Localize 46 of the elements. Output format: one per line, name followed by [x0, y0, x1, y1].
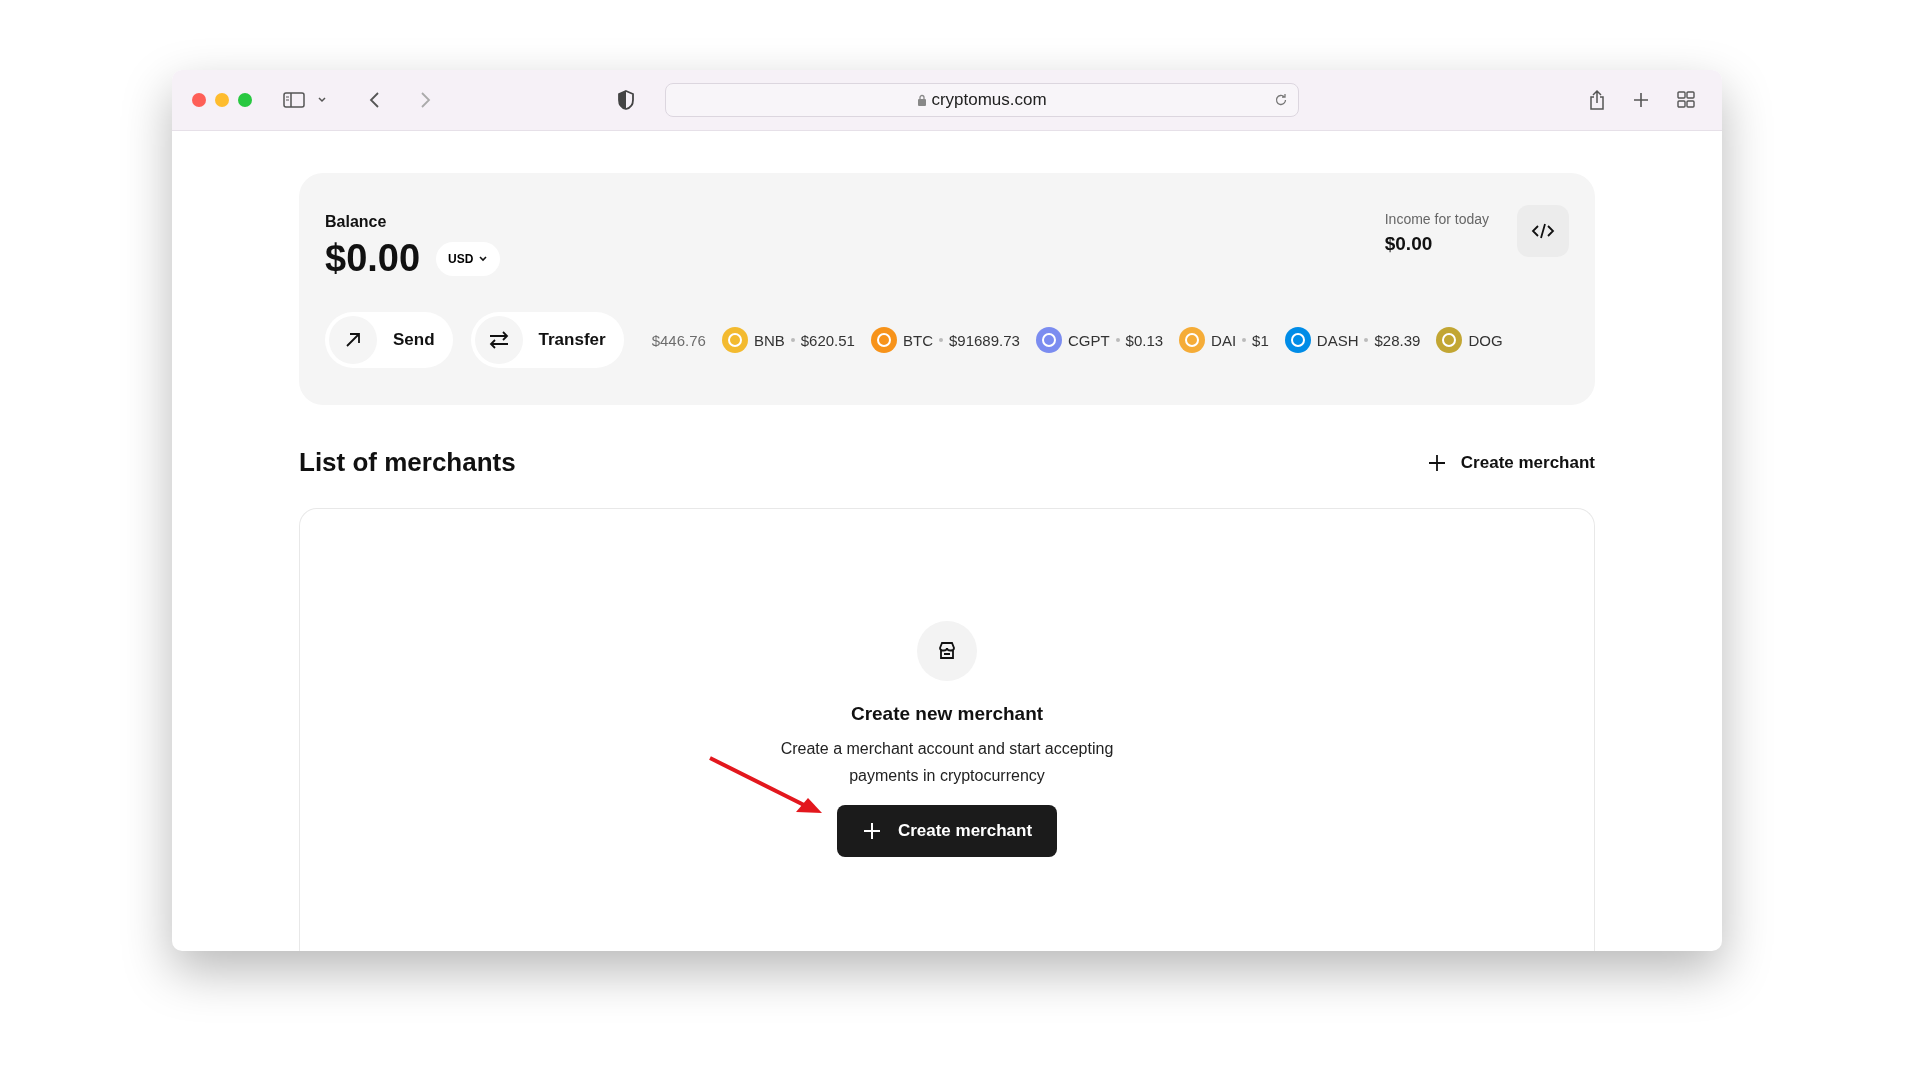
empty-state-title: Create new merchant — [850, 703, 1044, 725]
separator-dot — [1364, 338, 1369, 342]
balance-label: Balance — [325, 213, 388, 231]
tab-overview-icon[interactable] — [1676, 90, 1696, 110]
coin-price: $620.51 — [800, 331, 855, 349]
transfer-button[interactable]: Transfer — [470, 312, 624, 368]
plus-icon — [1426, 452, 1447, 473]
code-button[interactable] — [1517, 205, 1569, 257]
coin-price: $446.76 — [651, 331, 706, 349]
separator-dot — [790, 338, 795, 342]
chevron-down-icon[interactable] — [316, 95, 328, 105]
coin-symbol: BTC — [902, 331, 933, 349]
separator-dot — [1115, 338, 1120, 342]
send-button[interactable]: Send — [325, 312, 453, 368]
coin-symbol: BNB — [753, 331, 785, 349]
coin-price: $28.39 — [1374, 331, 1421, 349]
empty-state-text: Create a merchant account and start accepting payments in cryptocurrency — [779, 739, 1115, 786]
plus-icon — [861, 821, 882, 841]
close-button[interactable] — [192, 93, 206, 107]
income-amount: $0.00 — [1384, 233, 1434, 255]
coin-price: $0.13 — [1125, 331, 1164, 349]
coin-price: $91689.73 — [948, 331, 1020, 349]
lock-icon — [917, 93, 928, 107]
coin-symbol: DAI — [1211, 331, 1237, 349]
create-merchant-button[interactable]: Create merchant — [837, 805, 1057, 857]
separator-dot — [938, 338, 943, 342]
currency-dropdown[interactable]: USD — [436, 241, 501, 276]
code-icon — [1531, 221, 1555, 241]
create-merchant-link[interactable]: Create merchant — [1426, 452, 1595, 473]
coin-symbol: CGPT — [1067, 331, 1110, 349]
coin-price: $1 — [1252, 331, 1269, 349]
sidebar-icon[interactable] — [282, 90, 306, 110]
plus-icon[interactable] — [1632, 91, 1650, 109]
section-title: List of merchants — [299, 447, 516, 478]
reload-icon[interactable] — [1274, 93, 1288, 107]
url-text: cryptomus.com — [931, 90, 1047, 110]
income-label: Income for today — [1384, 211, 1489, 227]
coin-symbol: DOG — [1468, 331, 1503, 349]
separator-dot — [1242, 338, 1247, 342]
shield-icon[interactable] — [617, 89, 635, 111]
share-icon[interactable] — [1588, 89, 1606, 111]
back-icon[interactable] — [368, 90, 382, 110]
coin-symbol: DASH — [1316, 331, 1359, 349]
balance-amount: $0.00 — [325, 237, 421, 280]
chevron-down-icon — [478, 254, 489, 263]
address-bar[interactable]: cryptomus.com — [665, 83, 1299, 117]
